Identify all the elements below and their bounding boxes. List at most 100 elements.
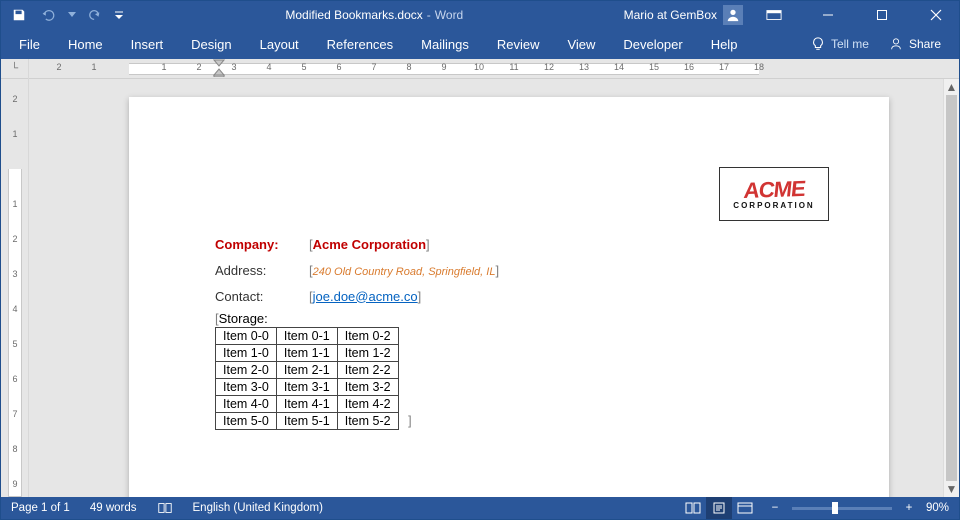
tab-references[interactable]: References (313, 29, 407, 59)
tab-file[interactable]: File (5, 29, 54, 59)
vruler-tick: 7 (1, 409, 29, 419)
scroll-up-button[interactable]: ▲ (944, 79, 959, 95)
user-name: Mario at GemBox (624, 8, 717, 22)
table-row: Item 1-0Item 1-1Item 1-2 (216, 345, 399, 362)
share-icon (889, 37, 903, 51)
vruler-tick: 3 (1, 269, 29, 279)
hruler-tick: 7 (371, 62, 376, 72)
title-right: Mario at GemBox (624, 1, 959, 29)
hruler-tick: 1 (91, 62, 96, 72)
field-contact: Contact: [joe.doe@acme.co] (215, 283, 499, 309)
redo-button[interactable] (83, 1, 107, 29)
status-page[interactable]: Page 1 of 1 (11, 502, 70, 514)
hruler-tick: 2 (196, 62, 201, 72)
app-name: Word (435, 8, 463, 22)
logo-image: ACME CORPORATION (719, 167, 829, 221)
tellme-button[interactable]: Tell me (811, 37, 869, 51)
horizontal-ruler[interactable]: 21123456789101112131415161718 (29, 59, 959, 79)
tab-home[interactable]: Home (54, 29, 117, 59)
view-web-button[interactable] (732, 497, 758, 519)
company-value: Acme Corporation (313, 237, 426, 252)
vruler-tick: 2 (1, 94, 29, 104)
first-line-indent-marker[interactable] (213, 59, 225, 77)
status-right: − + 90% (680, 497, 949, 519)
table-cell: Item 2-2 (337, 362, 398, 379)
save-button[interactable] (7, 1, 31, 29)
tab-layout[interactable]: Layout (246, 29, 313, 59)
title-bar: Modified Bookmarks.docx - Word Mario at … (1, 1, 959, 29)
qat (1, 1, 125, 29)
undo-more-button[interactable] (67, 1, 77, 29)
view-buttons (680, 497, 758, 519)
table-cell: Item 2-1 (276, 362, 337, 379)
view-print-button[interactable] (706, 497, 732, 519)
contact-label: Contact: (215, 289, 309, 304)
table-cell: Item 3-0 (216, 379, 277, 396)
table-cell: Item 3-1 (276, 379, 337, 396)
vruler-tick: 1 (1, 129, 29, 139)
field-company: Company: [Acme Corporation] (215, 231, 499, 257)
ribbon-display-button[interactable] (751, 1, 797, 29)
vertical-ruler[interactable]: 21123456789 (1, 79, 29, 497)
tab-design[interactable]: Design (177, 29, 245, 59)
vruler-tick: 4 (1, 304, 29, 314)
zoom-slider[interactable] (792, 507, 892, 510)
bookmark-end-icon: ] (408, 414, 411, 428)
tab-review[interactable]: Review (483, 29, 554, 59)
status-language[interactable]: English (United Kingdom) (193, 502, 323, 514)
tab-help[interactable]: Help (697, 29, 752, 59)
hruler-tick: 4 (266, 62, 271, 72)
hruler-tick: 14 (614, 62, 624, 72)
maximize-button[interactable] (859, 1, 905, 29)
table-row: Item 2-0Item 2-1Item 2-2 (216, 362, 399, 379)
hruler-tick: 9 (441, 62, 446, 72)
fields-block: Company: [Acme Corporation] Address: [24… (215, 231, 499, 330)
zoom-out-button[interactable]: − (768, 502, 782, 514)
share-button[interactable]: Share (889, 37, 941, 51)
tab-view[interactable]: View (553, 29, 609, 59)
share-label: Share (909, 37, 941, 51)
vruler-tick: 9 (1, 479, 29, 489)
document-canvas[interactable]: ACME CORPORATION Company: [Acme Corporat… (29, 79, 959, 497)
company-label: Company: (215, 237, 309, 252)
undo-button[interactable] (37, 1, 61, 29)
vruler-tick: 8 (1, 444, 29, 454)
vruler-tick: 2 (1, 234, 29, 244)
minimize-button[interactable] (805, 1, 851, 29)
tellme-label: Tell me (831, 37, 869, 51)
ribbon-right: Tell me Share (811, 29, 955, 59)
view-read-button[interactable] (680, 497, 706, 519)
qat-customize-button[interactable] (113, 1, 125, 29)
hruler-tick: 12 (544, 62, 554, 72)
ruler-corner[interactable]: └ (1, 59, 29, 79)
close-button[interactable] (913, 1, 959, 29)
hruler-tick: 10 (474, 62, 484, 72)
table-cell: Item 4-2 (337, 396, 398, 413)
table-cell: Item 5-2 ] (337, 413, 398, 430)
scroll-thumb[interactable] (946, 95, 957, 481)
status-proofing[interactable] (157, 501, 173, 515)
tab-developer[interactable]: Developer (609, 29, 696, 59)
tab-mailings[interactable]: Mailings (407, 29, 483, 59)
zoom-thumb[interactable] (832, 502, 838, 514)
tab-insert[interactable]: Insert (117, 29, 178, 59)
table-cell: Item 0-2 (337, 328, 398, 345)
user-account[interactable]: Mario at GemBox (624, 5, 743, 25)
table-cell: Item 2-0 (216, 362, 277, 379)
table-cell: Item 1-0 (216, 345, 277, 362)
hruler-tick: 1 (161, 62, 166, 72)
status-words[interactable]: 49 words (90, 502, 137, 514)
table-cell: Item 0-0 (216, 328, 277, 345)
zoom-in-button[interactable]: + (902, 502, 916, 514)
table-cell: Item 5-1 (276, 413, 337, 430)
scroll-down-button[interactable]: ▼ (944, 481, 959, 497)
table-row: Item 4-0Item 4-1Item 4-2 (216, 396, 399, 413)
user-avatar-icon (723, 5, 743, 25)
logo-line1: ACME (742, 177, 805, 201)
hruler-tick: 18 (754, 62, 764, 72)
hruler-tick: 17 (719, 62, 729, 72)
vertical-scrollbar[interactable]: ▲ ▼ (943, 79, 959, 497)
zoom-value[interactable]: 90% (926, 502, 949, 514)
page: ACME CORPORATION Company: [Acme Corporat… (129, 97, 889, 497)
hruler-tick: 16 (684, 62, 694, 72)
